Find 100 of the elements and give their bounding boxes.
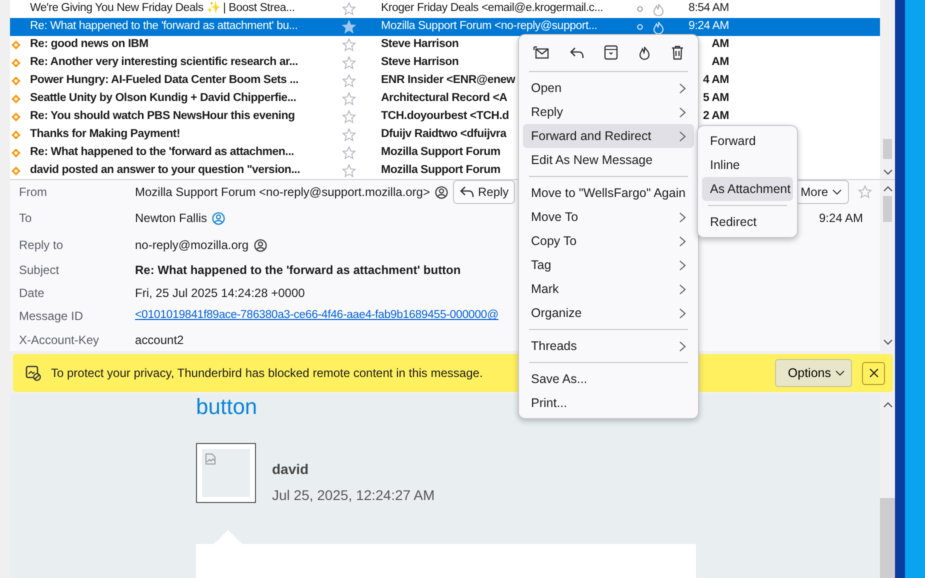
- message-sender: ENR Insider <ENR@enew: [381, 74, 516, 86]
- star-icon[interactable]: [342, 164, 356, 178]
- contact-name[interactable]: Mozilla Support Forum <no-reply@support.mozilla.org>: [135, 183, 430, 201]
- menu-item[interactable]: Organize: [523, 301, 694, 325]
- star-icon[interactable]: [342, 2, 356, 16]
- unread-diamond-icon: [11, 94, 21, 104]
- reply-arrow-icon[interactable]: [570, 46, 584, 58]
- menu-item[interactable]: As Attachment: [702, 177, 793, 201]
- star-icon[interactable]: [342, 38, 356, 52]
- menu-item[interactable]: Open: [523, 76, 694, 100]
- field-label: Subject: [19, 262, 60, 279]
- message-subject[interactable]: We're Giving You New Friday Deals ✨ | Boost Strea...: [30, 2, 295, 14]
- caret-icon: [835, 370, 845, 376]
- scrollbar-thumb[interactable]: [883, 139, 892, 159]
- field-value: Re: What happened to the 'forward as attachment' button: [135, 262, 461, 279]
- read-status-dot-icon[interactable]: [637, 6, 643, 12]
- menu-item[interactable]: Forward: [702, 129, 793, 153]
- unread-diamond-icon: [11, 58, 21, 68]
- message-sender: Kroger Friday Deals <email@e.krogermail.c...: [381, 2, 604, 14]
- envelope-icon[interactable]: [533, 46, 550, 60]
- contact-icon[interactable]: [434, 186, 448, 198]
- message-id-link[interactable]: <0101019841f89ace-786380a3-ce66-4f46-aae4-fab9b1689455-000000@: [135, 307, 498, 325]
- trash-icon[interactable]: [670, 45, 684, 60]
- scrollbar-thumb[interactable]: [883, 196, 892, 222]
- scrollbar[interactable]: [880, 180, 895, 351]
- message-subject[interactable]: Re: good news on IBM: [30, 38, 148, 50]
- menu-item[interactable]: Move to "WellsFargo" Again: [523, 181, 694, 205]
- star-icon[interactable]: [342, 128, 356, 142]
- menu-item[interactable]: Move To: [523, 205, 694, 229]
- message-sender: Steve Harrison: [381, 38, 459, 50]
- post-date: Jul 25, 2025, 12:24:27 AM: [272, 486, 435, 505]
- selected-message-row[interactable]: Re: What happened to the 'forward as attachment' bu... Mozilla Support Forum <no-reply@support... 9:24 AM: [10, 18, 880, 36]
- star-icon[interactable]: [342, 56, 356, 70]
- menu-item[interactable]: Mark: [523, 277, 694, 301]
- message-sender: Mozilla Support Forum <no-reply@support...: [381, 20, 598, 32]
- scrollbar-thumb[interactable]: [880, 498, 895, 578]
- message-sender: TCH.doyourbest <TCH.d: [381, 110, 509, 122]
- menu-item[interactable]: Save As...: [523, 367, 694, 391]
- reply-button[interactable]: Reply: [452, 180, 515, 204]
- author-name: david: [272, 460, 310, 479]
- message-subject[interactable]: Power Hungry: AI-Fueled Data Center Boom Sets ...: [30, 74, 298, 86]
- menu-item[interactable]: Threads: [523, 334, 694, 358]
- menu-item[interactable]: Tag: [523, 253, 694, 277]
- message-sender: Steve Harrison: [381, 56, 459, 68]
- message-subject[interactable]: Re: What happened to the 'forward as attachmen...: [30, 146, 294, 158]
- caret-icon: [832, 189, 842, 195]
- message-sender: Architectural Record <A: [381, 92, 508, 104]
- menu-item[interactable]: Edit As New Message: [523, 148, 694, 172]
- field-value: account2: [135, 332, 184, 348]
- message-subject[interactable]: Re: Another very interesting scientific research ar...: [30, 56, 298, 68]
- message-sender: Dfuijv Raidtwo <dfuijvra: [381, 128, 506, 140]
- options-button[interactable]: Options: [774, 359, 852, 387]
- message-subject[interactable]: david posted an answer to your question "version...: [30, 164, 300, 176]
- message-date: AM: [712, 56, 729, 68]
- star-icon[interactable]: [858, 185, 872, 199]
- unread-diamond-icon: [11, 166, 21, 176]
- message-subject: Re: What happened to the 'forward as attachment' bu...: [30, 20, 298, 32]
- contact-icon[interactable]: [254, 238, 267, 252]
- star-icon[interactable]: [342, 92, 356, 106]
- close-icon: [868, 368, 878, 378]
- message-subject[interactable]: Re: You should watch PBS NewsHour this evening: [30, 110, 295, 122]
- star-icon[interactable]: [342, 74, 356, 88]
- menu-item[interactable]: Reply: [523, 100, 694, 124]
- archive-box-icon[interactable]: [604, 45, 618, 60]
- menu-item[interactable]: Forward and Redirect: [523, 124, 694, 148]
- field-label: Reply to: [19, 237, 64, 254]
- message-sender: Mozilla Support Forum: [381, 146, 500, 158]
- message-date: 8:54 AM: [688, 2, 729, 14]
- unread-diamond-icon: [11, 40, 21, 50]
- star-icon[interactable]: [342, 146, 356, 160]
- menu-item[interactable]: Redirect: [702, 210, 793, 234]
- unread-diamond-icon: [11, 112, 21, 122]
- menu-item[interactable]: Inline: [702, 153, 793, 177]
- message-subject[interactable]: Thanks for Making Payment!: [30, 128, 180, 140]
- field-value: Fri, 25 Jul 2025 14:24:28 +0000: [135, 285, 305, 302]
- contact-name[interactable]: no-reply@mozilla.org: [135, 236, 249, 254]
- field-label: From: [19, 184, 48, 201]
- star-icon[interactable]: [342, 110, 356, 124]
- message-date: 2 AM: [702, 110, 729, 122]
- message-date: 5 AM: [702, 92, 729, 104]
- blocked-image-icon: [25, 365, 41, 381]
- flame-icon[interactable]: [639, 46, 650, 60]
- notification-text: To protect your privacy, Thunderbird has blocked remote content in this message.: [51, 365, 483, 382]
- scrollbar[interactable]: [880, 0, 895, 179]
- broken-image-icon: [205, 453, 217, 465]
- menu-item[interactable]: Print...: [523, 391, 694, 415]
- unread-diamond-icon: [11, 148, 21, 158]
- message-time: 9:24 AM: [818, 210, 863, 227]
- unread-diamond-icon: [11, 130, 21, 140]
- menu-item[interactable]: Copy To: [523, 229, 694, 253]
- contact-name[interactable]: Newton Fallis: [135, 209, 208, 227]
- close-button[interactable]: [862, 362, 885, 384]
- message-date: 4 AM: [702, 74, 729, 86]
- unread-diamond-icon: [11, 76, 21, 86]
- message-date: 9:24 AM: [688, 20, 729, 32]
- field-label: To: [19, 210, 33, 227]
- message-subject[interactable]: Seattle Unity by Olson Kundig + David Chipperfie...: [30, 92, 296, 104]
- reply-arrow-icon: [460, 186, 474, 198]
- star-icon[interactable]: [342, 20, 356, 34]
- field-label: Date: [19, 285, 46, 302]
